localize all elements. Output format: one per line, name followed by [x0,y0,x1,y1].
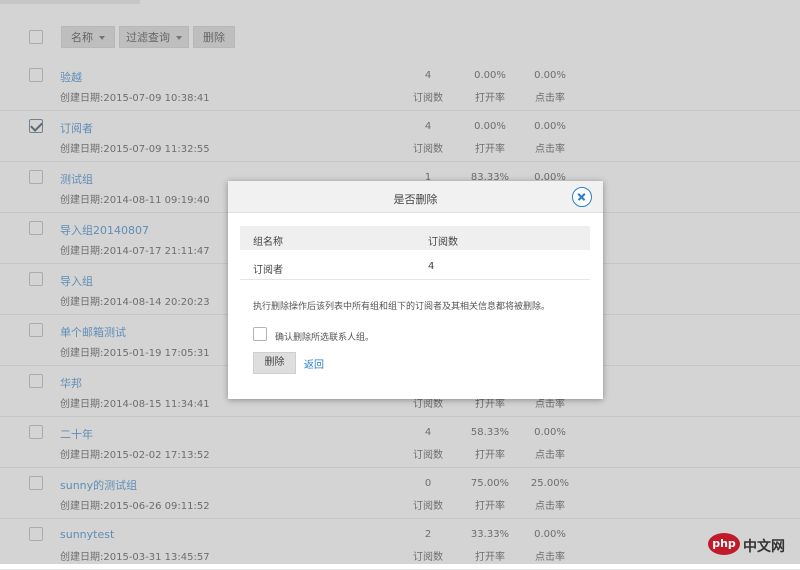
php-badge: php [708,533,740,555]
table-header: 组名称 订阅数 [240,226,590,250]
cell-subscriber-count: 4 [428,261,435,272]
back-link[interactable]: 返回 [304,356,324,371]
watermark-text: 中文网 [743,539,785,555]
dialog-header: 是否删除 [228,181,603,213]
confirm-delete-checkbox[interactable] [253,327,267,341]
table-row: 订阅者 4 [240,252,590,280]
cell-group-name: 订阅者 [253,265,283,276]
confirm-delete-button[interactable]: 删除 [253,352,296,374]
delete-confirm-dialog: 是否删除 组名称 订阅数 订阅者 4 执行删除操作后该列表中所有组和组下的订阅者… [228,181,603,399]
column-header-subscribers: 订阅数 [428,237,458,248]
watermark-logo: php 中文网 [708,532,794,558]
dialog-title: 是否删除 [393,193,438,206]
column-header-group-name: 组名称 [253,237,283,248]
close-icon[interactable] [572,187,592,207]
delete-warning-text: 执行删除操作后该列表中所有组和组下的订阅者及其相关信息都将被删除。 [253,302,551,312]
confirm-delete-label: 确认删除所选联系人组。 [275,333,375,343]
